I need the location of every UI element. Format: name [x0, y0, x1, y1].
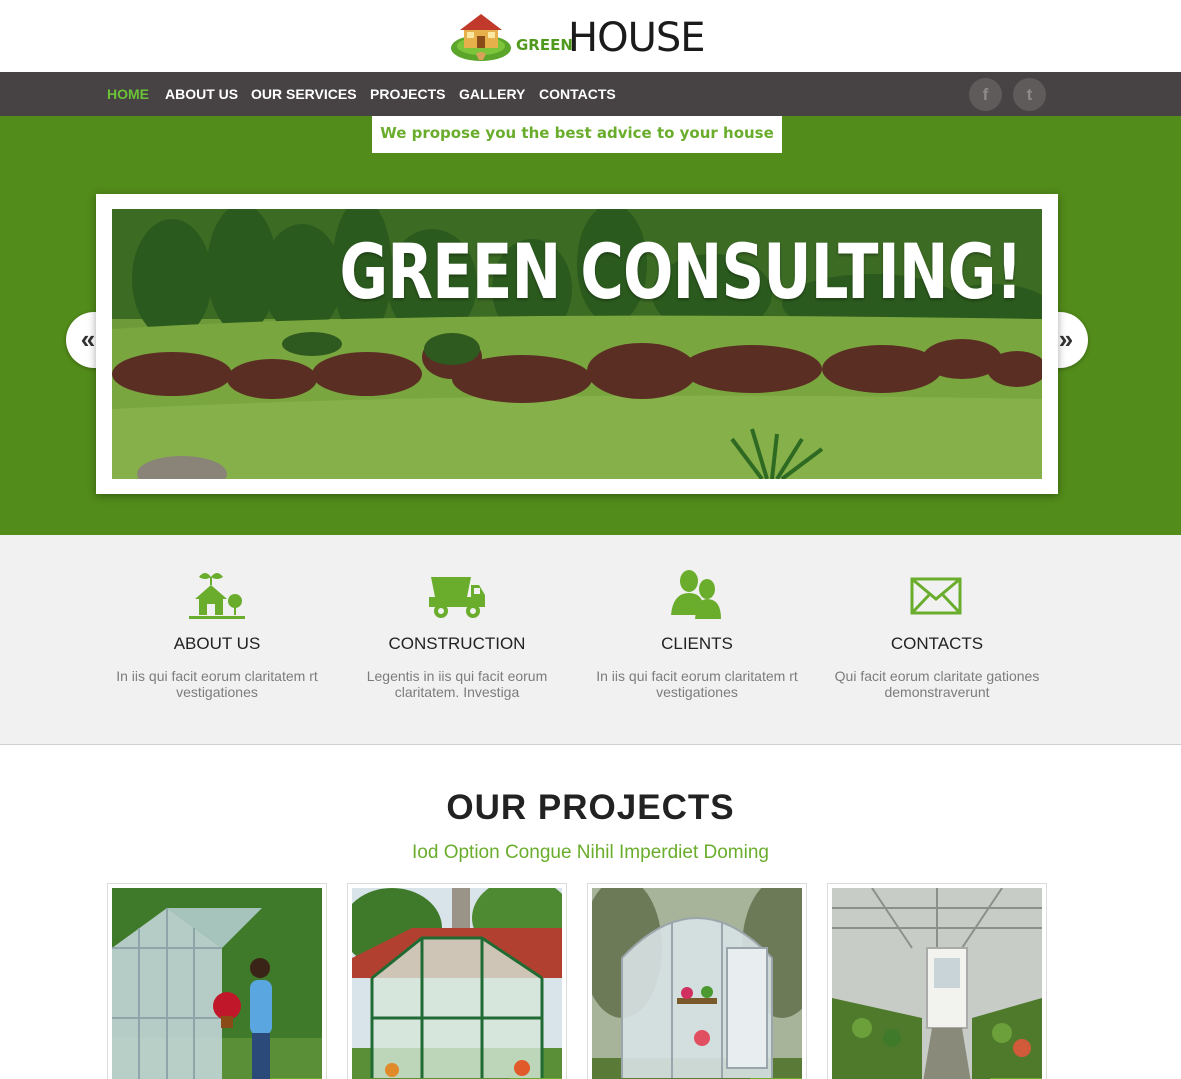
nav-home[interactable]: HOME	[107, 86, 149, 102]
nav-our-services[interactable]: OUR SERVICES	[251, 86, 357, 102]
greenhouse-woman-image	[112, 888, 322, 1079]
feature-title: CLIENTS	[661, 634, 733, 653]
logo-house-text: HOUSE	[568, 15, 706, 61]
project-card[interactable]	[347, 883, 567, 1079]
feature-text: Qui facit eorum claritate gationes demon…	[834, 668, 1040, 700]
project-card[interactable]	[827, 883, 1047, 1079]
envelope-icon	[910, 577, 962, 615]
feature-title: CONTACTS	[890, 634, 984, 653]
slider-frame: GREEN CONSULTING!	[96, 194, 1058, 494]
feature-text: Legentis in iis qui facit eorum claritat…	[366, 668, 548, 700]
feature-about-us[interactable]: ABOUT US In iis qui facit eorum claritat…	[107, 535, 327, 745]
feature-title: ABOUT US	[173, 634, 261, 653]
site-header: GREEN HOUSE	[0, 0, 1181, 72]
feature-clients[interactable]: CLIENTS In iis qui facit eorum claritate…	[587, 535, 807, 745]
facebook-icon[interactable]: f	[969, 78, 1002, 111]
twitter-icon[interactable]: t	[1013, 78, 1046, 111]
house-tree-icon	[189, 573, 245, 619]
feature-construction[interactable]: CONSTRUCTION Legentis in iis qui facit e…	[347, 535, 567, 745]
slide-title: GREEN CONSULTING!	[339, 227, 1023, 316]
hero-tagline: We propose you the best advice to your h…	[372, 116, 782, 153]
nav-contacts[interactable]: CONTACTS	[539, 86, 616, 102]
projects-subtitle: Iod Option Congue Nihil Imperdiet Doming	[412, 842, 769, 863]
project-card[interactable]	[587, 883, 807, 1079]
greenhouse-interior-image	[832, 888, 1042, 1079]
feature-contacts[interactable]: CONTACTS Qui facit eorum claritate gatio…	[827, 535, 1047, 745]
hero-section: We propose you the best advice to your h…	[0, 116, 1181, 535]
nav-gallery[interactable]: GALLERY	[459, 86, 525, 102]
site-logo[interactable]: GREEN HOUSE	[450, 8, 710, 64]
feature-text: In iis qui facit eorum claritatem rt ves…	[596, 668, 798, 700]
feature-text: In iis qui facit eorum claritatem rt ves…	[116, 668, 318, 700]
projects-title: OUR PROJECTS	[446, 788, 735, 827]
feature-title: CONSTRUCTION	[388, 634, 526, 653]
nav-projects[interactable]: PROJECTS	[370, 86, 445, 102]
nav-about-us[interactable]: ABOUT US	[165, 86, 238, 102]
features-section: ABOUT US In iis qui facit eorum claritat…	[0, 535, 1181, 745]
users-icon	[671, 570, 721, 619]
project-card[interactable]	[107, 883, 327, 1079]
greenhouse-garden-image	[352, 888, 562, 1079]
house-logo-icon	[451, 14, 511, 61]
slide-image: GREEN CONSULTING!	[112, 209, 1042, 479]
logo-green-text: GREEN	[516, 36, 573, 54]
main-nav: HOME ABOUT US OUR SERVICES PROJECTS GALL…	[0, 72, 1181, 116]
greenhouse-arched-image	[592, 888, 802, 1079]
dump-truck-icon	[429, 577, 485, 618]
